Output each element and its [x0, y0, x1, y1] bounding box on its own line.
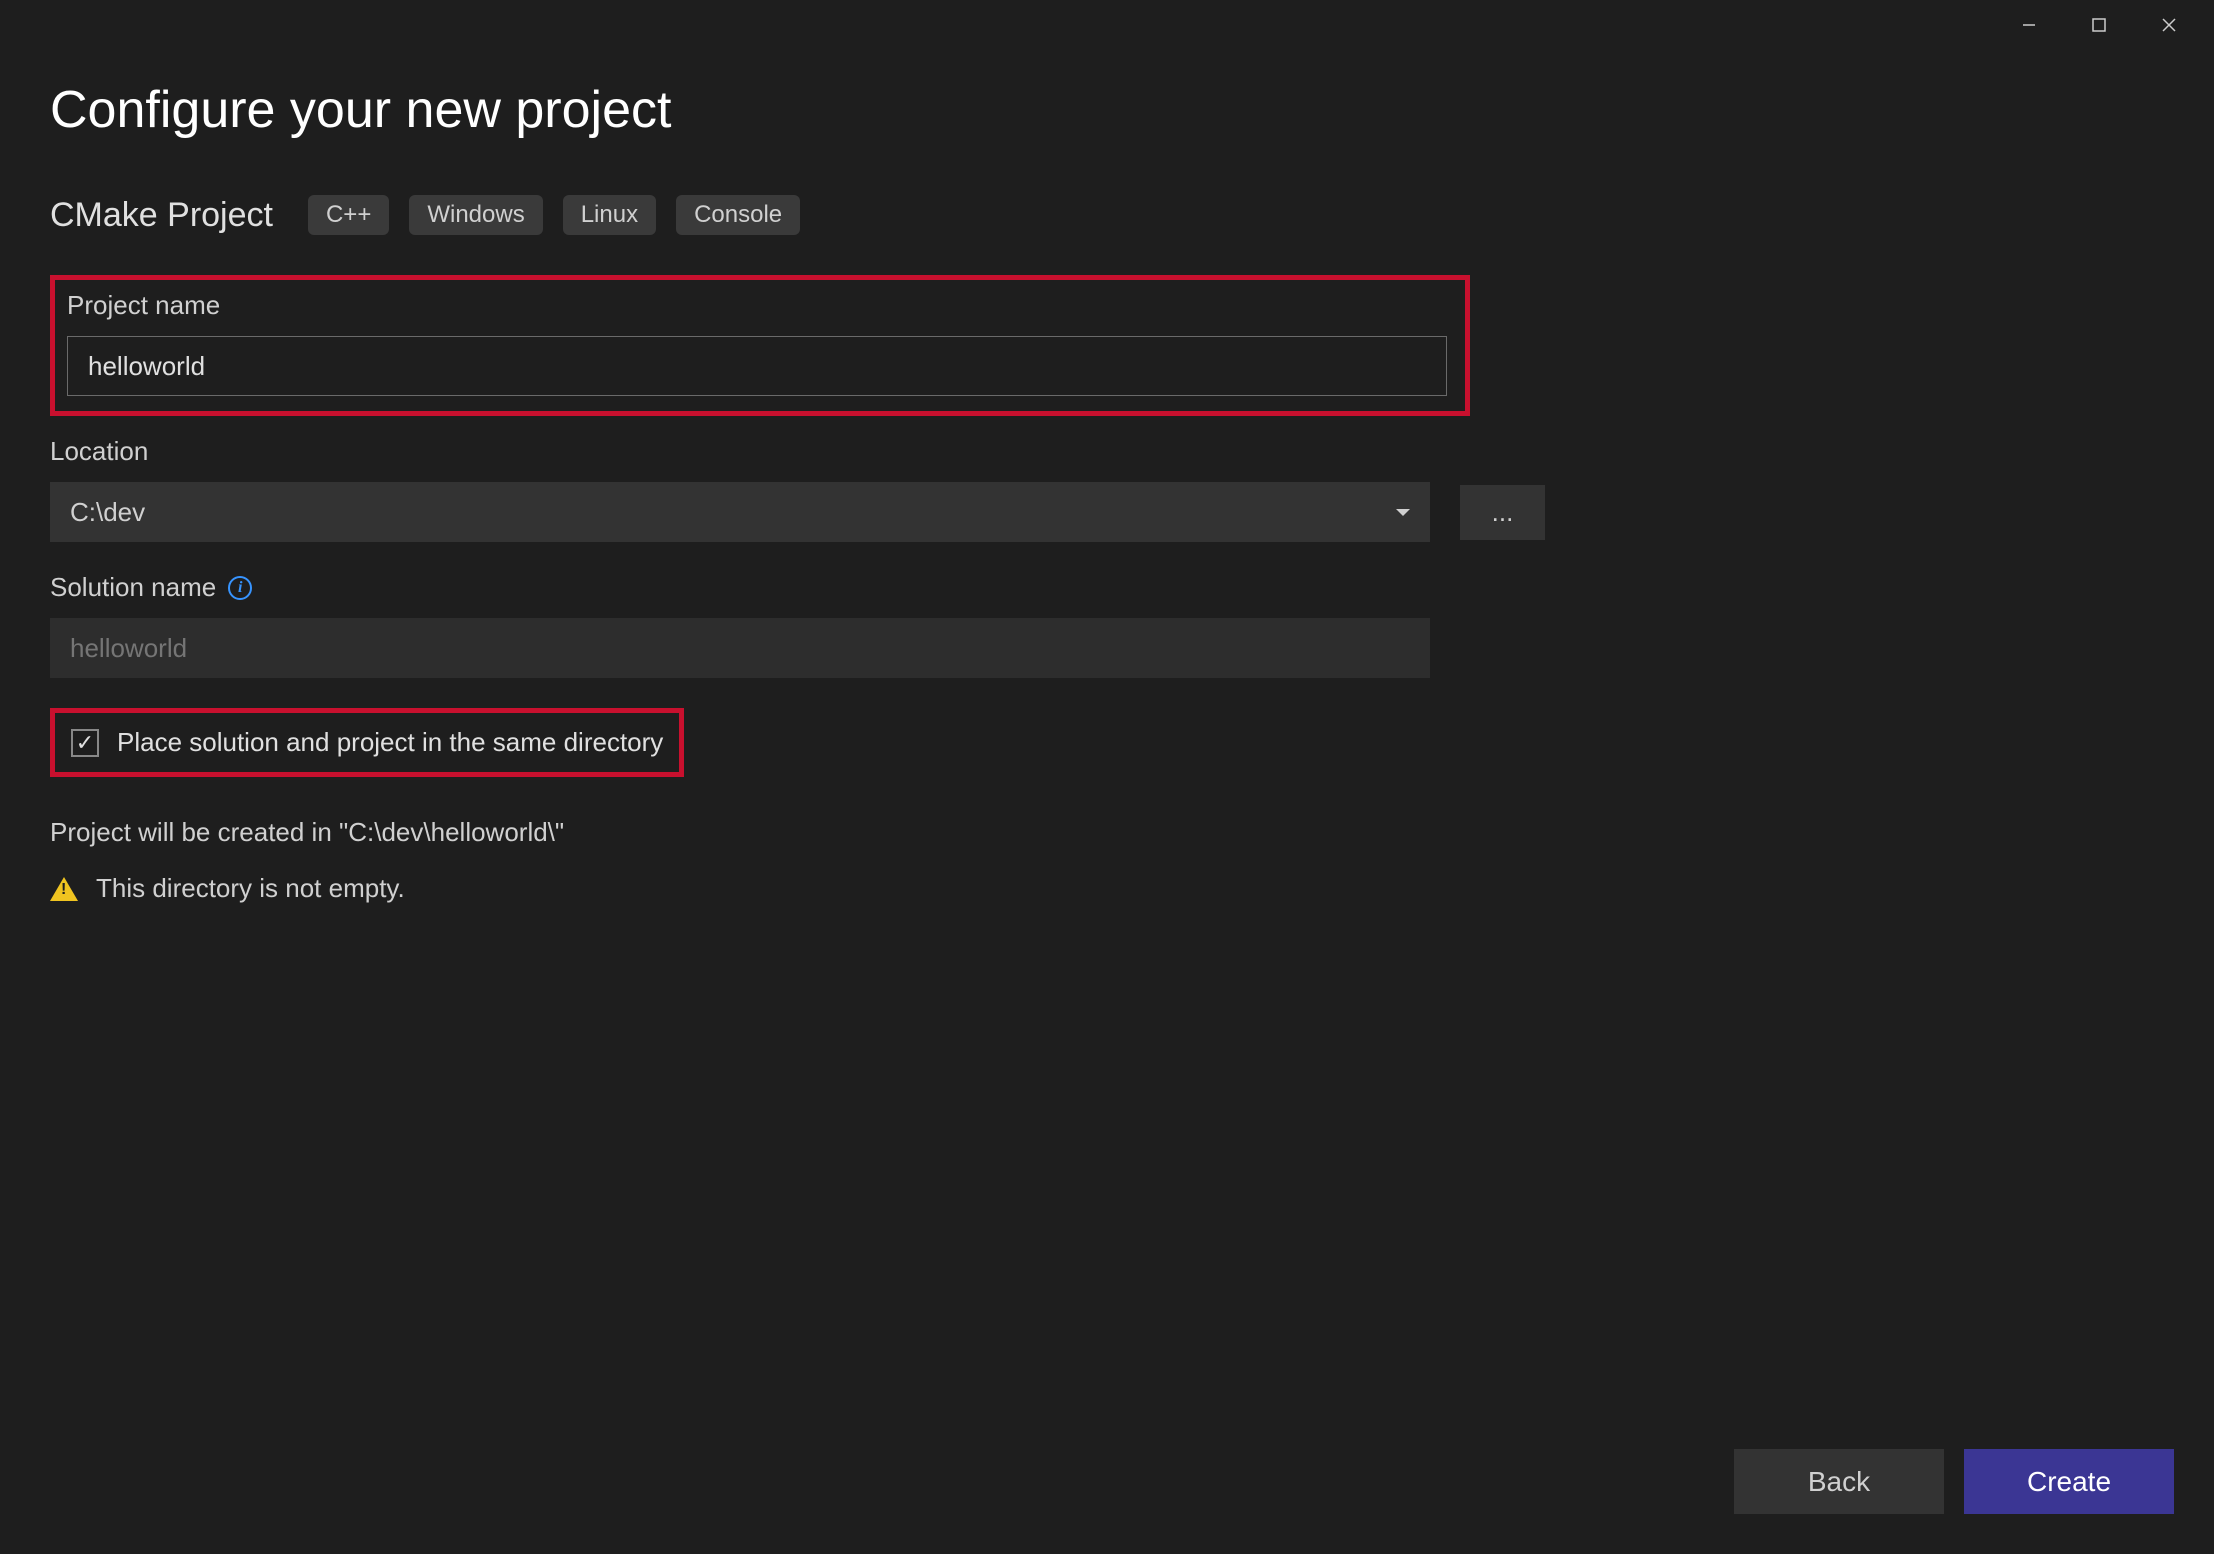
warning-text: This directory is not empty. — [96, 873, 405, 904]
info-icon[interactable]: i — [228, 576, 252, 600]
project-type-row: CMake Project C++ Windows Linux Console — [50, 195, 2164, 235]
location-value: C:\dev — [70, 497, 145, 528]
warning-icon — [50, 877, 78, 901]
tag-windows: Windows — [409, 195, 542, 235]
close-icon — [2161, 17, 2177, 33]
solution-name-input — [50, 618, 1430, 678]
location-select[interactable]: C:\dev — [50, 482, 1430, 542]
browse-button[interactable]: ... — [1460, 485, 1545, 540]
tag-linux: Linux — [563, 195, 656, 235]
same-directory-highlight: ✓ Place solution and project in the same… — [50, 708, 684, 777]
project-type-name: CMake Project — [50, 196, 273, 235]
same-directory-label: Place solution and project in the same d… — [117, 727, 663, 758]
solution-name-label: Solution name i — [50, 572, 2164, 603]
chevron-down-icon — [1396, 509, 1410, 516]
minimize-button[interactable] — [1994, 0, 2064, 50]
location-label: Location — [50, 436, 2164, 467]
page-title: Configure your new project — [50, 80, 2164, 140]
minimize-icon — [2021, 17, 2037, 33]
main-content: Configure your new project CMake Project… — [0, 50, 2214, 904]
project-name-highlight: Project name — [50, 275, 1470, 416]
tag-console: Console — [676, 195, 800, 235]
create-button[interactable]: Create — [1964, 1449, 2174, 1514]
close-button[interactable] — [2134, 0, 2204, 50]
project-name-label: Project name — [67, 290, 1453, 321]
solution-name-label-text: Solution name — [50, 572, 216, 603]
maximize-button[interactable] — [2064, 0, 2134, 50]
warning-row: This directory is not empty. — [50, 873, 2164, 904]
maximize-icon — [2091, 17, 2107, 33]
tag-cpp: C++ — [308, 195, 389, 235]
footer-buttons: Back Create — [1734, 1449, 2174, 1514]
back-button[interactable]: Back — [1734, 1449, 1944, 1514]
same-directory-checkbox[interactable]: ✓ — [71, 729, 99, 757]
creation-path-text: Project will be created in "C:\dev\hello… — [50, 817, 2164, 848]
window-titlebar — [0, 0, 2214, 50]
project-name-input[interactable] — [67, 336, 1447, 396]
